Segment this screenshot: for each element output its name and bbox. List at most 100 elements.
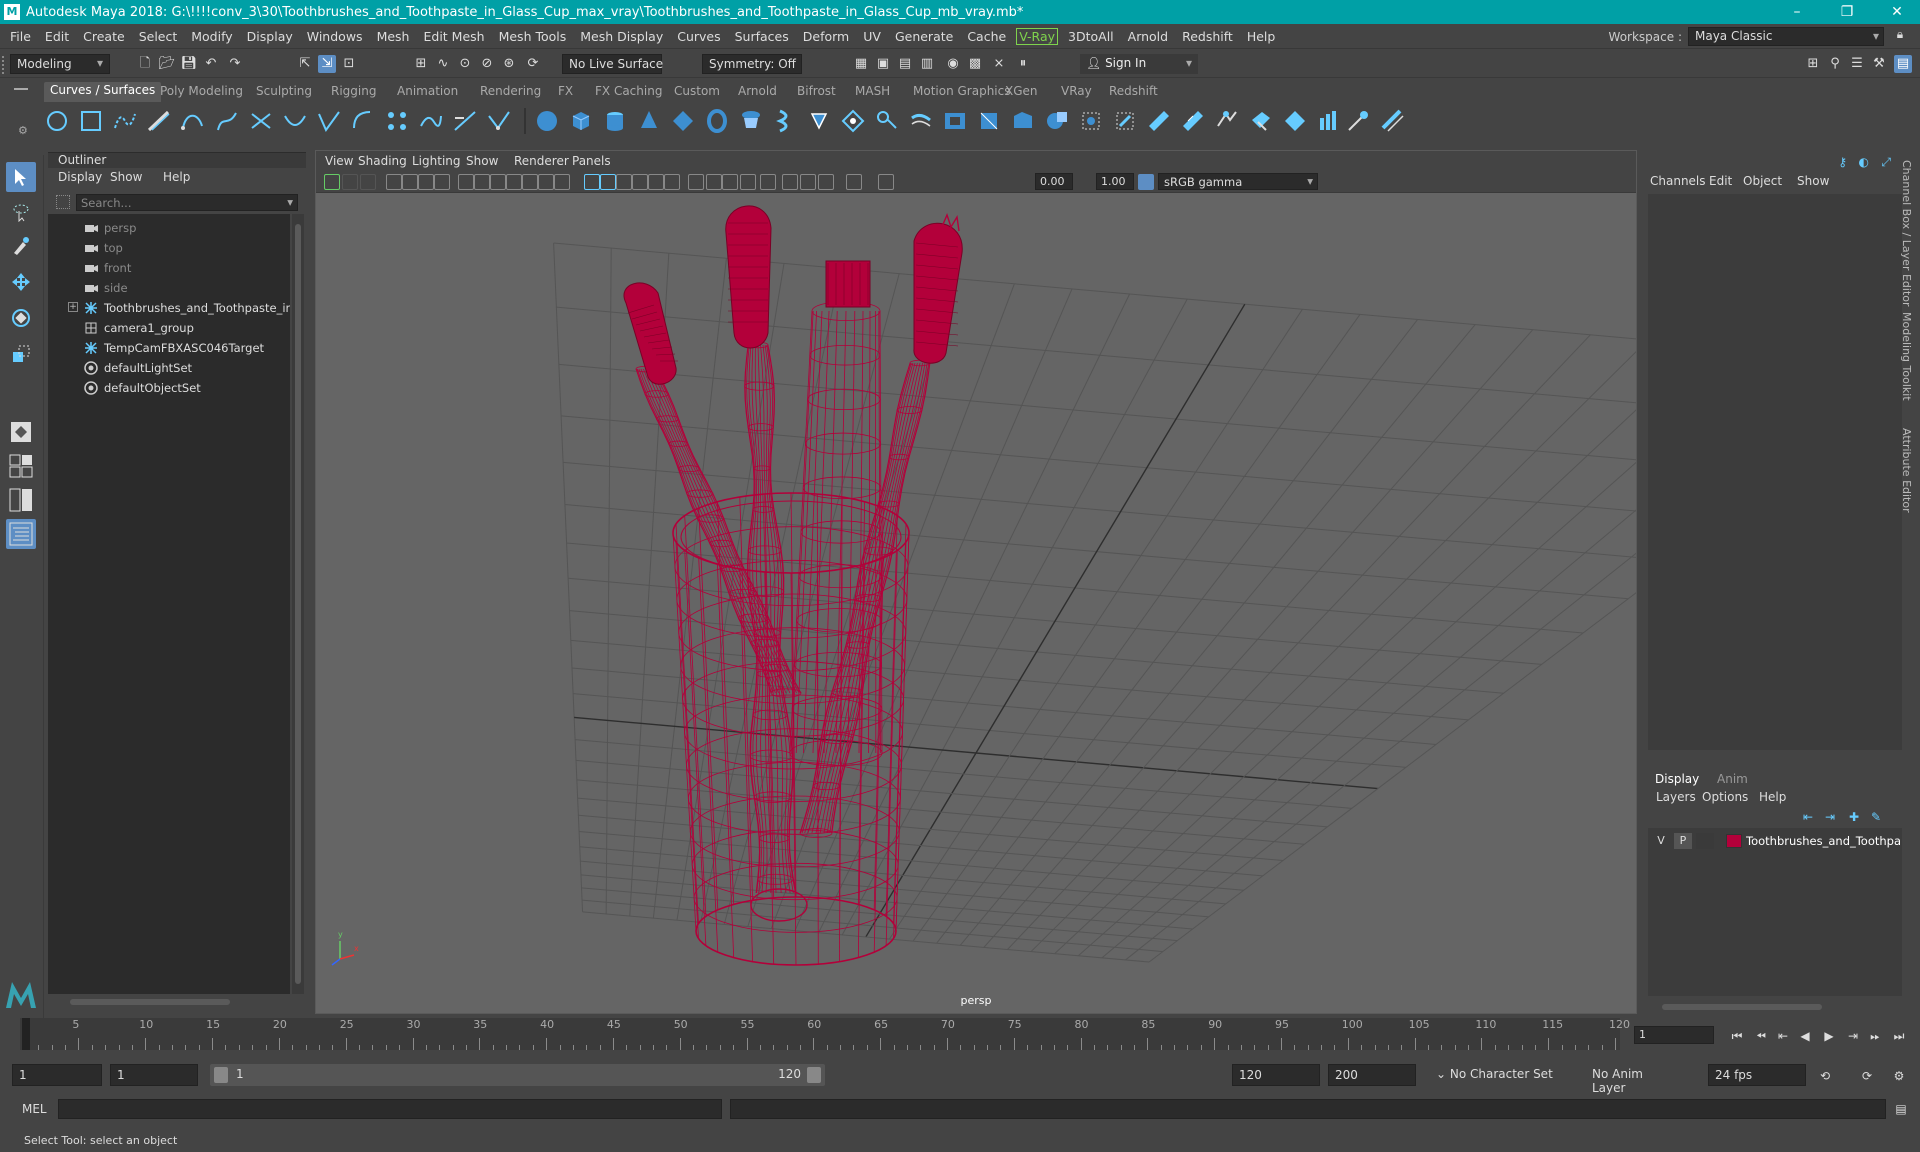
exposure-icon[interactable] bbox=[846, 174, 862, 190]
select-object-icon[interactable]: ⇲ bbox=[318, 55, 336, 73]
toggle-tool-settings-icon[interactable]: ⚒ bbox=[1870, 55, 1888, 73]
resolution-gate-icon[interactable] bbox=[490, 174, 506, 190]
depth-of-field-icon[interactable] bbox=[760, 174, 776, 190]
use-all-lights-icon[interactable] bbox=[664, 174, 680, 190]
untrim-icon[interactable] bbox=[1146, 108, 1172, 134]
toggle-channel-box-icon[interactable]: ▤ bbox=[1894, 55, 1912, 73]
nurbs-circle-icon[interactable] bbox=[44, 108, 70, 134]
snap-together-icon[interactable]: ⟳ bbox=[524, 55, 542, 73]
render-view-icon[interactable]: ▦ bbox=[852, 55, 870, 73]
shelf-tab-sculpting[interactable]: Sculpting bbox=[256, 84, 312, 98]
open-close-surface-icon[interactable] bbox=[1180, 108, 1206, 134]
lock-camera-icon[interactable] bbox=[342, 174, 358, 190]
undo-icon[interactable]: ↶ bbox=[202, 55, 220, 73]
shelf-tab-rendering[interactable]: Rendering bbox=[480, 84, 541, 98]
grid-toggle-icon[interactable] bbox=[458, 174, 474, 190]
playback-end-field[interactable]: 120 bbox=[1232, 1064, 1320, 1086]
smooth-shade-icon[interactable] bbox=[600, 174, 616, 190]
shelf-menu-icon[interactable] bbox=[14, 88, 28, 90]
menu-deform[interactable]: Deform bbox=[796, 29, 856, 44]
play-forwards-icon[interactable]: ▶ bbox=[1820, 1028, 1838, 1044]
new-layer-selected-icon[interactable]: ✎ bbox=[1871, 810, 1881, 824]
open-scene-icon[interactable]: 📂︎ bbox=[158, 55, 176, 73]
single-perspective-layout-icon[interactable] bbox=[6, 417, 36, 447]
character-set-dropdown[interactable]: ⌄ No Character Set bbox=[1430, 1064, 1578, 1086]
nurbs-sphere-icon[interactable] bbox=[534, 108, 560, 134]
render-frame-icon[interactable]: ▣ bbox=[874, 55, 892, 73]
layer-editor-tab-display[interactable]: Display bbox=[1655, 772, 1699, 786]
gamma-field[interactable]: 1.00 bbox=[1096, 173, 1134, 190]
channel-box-menu-edit[interactable]: Edit bbox=[1709, 174, 1732, 188]
motion-blur-icon[interactable] bbox=[722, 174, 738, 190]
three-point-arc-icon[interactable] bbox=[248, 108, 274, 134]
detach-surfaces-icon[interactable] bbox=[1346, 108, 1372, 134]
redo-icon[interactable]: ↷ bbox=[226, 55, 244, 73]
menu-3dtoall[interactable]: 3DtoAll bbox=[1061, 29, 1121, 44]
move-layer-down-icon[interactable]: ⇥ bbox=[1825, 810, 1835, 824]
move-tool-icon[interactable] bbox=[6, 267, 36, 297]
options-menu[interactable]: Options bbox=[1702, 790, 1748, 804]
menu-uv[interactable]: UV bbox=[856, 29, 888, 44]
3d-scene-view[interactable]: yx persp bbox=[316, 193, 1920, 1013]
step-back-key-icon[interactable]: ⏪︎ bbox=[1752, 1028, 1770, 1044]
menu-windows[interactable]: Windows bbox=[300, 29, 370, 44]
camera-attributes-icon[interactable] bbox=[360, 174, 376, 190]
safe-action-icon[interactable] bbox=[538, 174, 554, 190]
trim-tool-icon[interactable] bbox=[1112, 108, 1138, 134]
channel-box-layout-icon[interactable]: ◐ bbox=[1859, 155, 1869, 169]
shelf-settings-icon[interactable]: ⚙ bbox=[18, 124, 28, 137]
attach-surfaces-icon[interactable] bbox=[1316, 108, 1342, 134]
project-curve-icon[interactable] bbox=[1078, 108, 1104, 134]
playback-start-field[interactable]: 1 bbox=[110, 1064, 198, 1086]
shelf-tab-curves-surfaces[interactable]: Curves / Surfaces bbox=[44, 82, 162, 102]
nurbs-square-icon[interactable] bbox=[78, 108, 104, 134]
cv-curve-icon[interactable] bbox=[112, 108, 138, 134]
two-point-arc-icon[interactable] bbox=[282, 108, 308, 134]
range-start-handle[interactable] bbox=[214, 1067, 228, 1083]
shelf-tab-xgen[interactable]: XGen bbox=[1005, 84, 1038, 98]
outliner-menu-display[interactable]: Display bbox=[58, 170, 102, 184]
shelf-tab-mash[interactable]: MASH bbox=[855, 84, 890, 98]
outliner-search-input[interactable]: Search... bbox=[76, 194, 298, 211]
grease-pencil-icon[interactable] bbox=[434, 174, 450, 190]
safe-title-icon[interactable] bbox=[554, 174, 570, 190]
new-scene-icon[interactable]: 🗋︎ bbox=[136, 55, 154, 73]
scene-canvas[interactable]: yx bbox=[316, 193, 1920, 1013]
menu-cache[interactable]: Cache bbox=[960, 29, 1013, 44]
textured-icon[interactable] bbox=[632, 174, 648, 190]
layer-visibility-toggle[interactable]: V bbox=[1652, 833, 1670, 849]
menu-mesh-display[interactable]: Mesh Display bbox=[573, 29, 670, 44]
snap-grid-icon[interactable]: ⊞ bbox=[412, 55, 430, 73]
step-forward-key-icon[interactable]: ⏩︎ bbox=[1866, 1028, 1884, 1044]
boundary-icon[interactable] bbox=[942, 108, 968, 134]
insert-knot-icon[interactable] bbox=[384, 108, 410, 134]
stitch-icon[interactable] bbox=[1380, 108, 1406, 134]
surface-editing-icon[interactable] bbox=[1282, 108, 1308, 134]
outliner-menu-show[interactable]: Show bbox=[110, 170, 142, 184]
ipr-render-icon[interactable]: ▤ bbox=[896, 55, 914, 73]
side-tab-modeling-toolkit[interactable]: Modeling Toolkit bbox=[1900, 312, 1913, 401]
offset-curve-icon[interactable] bbox=[452, 108, 478, 134]
toothpaste-tube-mesh[interactable] bbox=[789, 260, 883, 767]
2d-pan-zoom-icon[interactable] bbox=[418, 174, 434, 190]
film-gate-icon[interactable] bbox=[474, 174, 490, 190]
lock-icon[interactable]: 🔒︎ bbox=[1890, 27, 1910, 46]
outliner-item[interactable]: TempCamFBXASC046Target bbox=[48, 338, 290, 358]
outliner-menu-help[interactable]: Help bbox=[163, 170, 190, 184]
animation-preferences-icon[interactable]: ⚙ bbox=[1890, 1068, 1908, 1084]
script-editor-icon[interactable]: ▤ bbox=[1892, 1100, 1910, 1118]
extrude-icon[interactable] bbox=[840, 108, 866, 134]
menu-set-dropdown[interactable]: Modeling bbox=[10, 54, 110, 74]
expand-toggle-icon[interactable]: + bbox=[68, 302, 78, 312]
image-plane-icon[interactable] bbox=[402, 174, 418, 190]
current-frame-field[interactable]: 1 bbox=[1634, 1026, 1714, 1044]
shelf-tab-redshift[interactable]: Redshift bbox=[1109, 84, 1158, 98]
go-to-start-icon[interactable]: ⏮︎ bbox=[1728, 1028, 1746, 1044]
layers-menu[interactable]: Layers bbox=[1656, 790, 1696, 804]
snap-curve-icon[interactable]: ∿ bbox=[434, 55, 452, 73]
rotate-tool-icon[interactable] bbox=[6, 303, 36, 333]
bookmarks-icon[interactable] bbox=[386, 174, 402, 190]
toggle-modeling-toolkit-icon[interactable]: ⊞ bbox=[1804, 55, 1822, 73]
layer-horizontal-scrollbar[interactable] bbox=[1654, 1002, 1892, 1012]
default-material-icon[interactable] bbox=[616, 174, 632, 190]
